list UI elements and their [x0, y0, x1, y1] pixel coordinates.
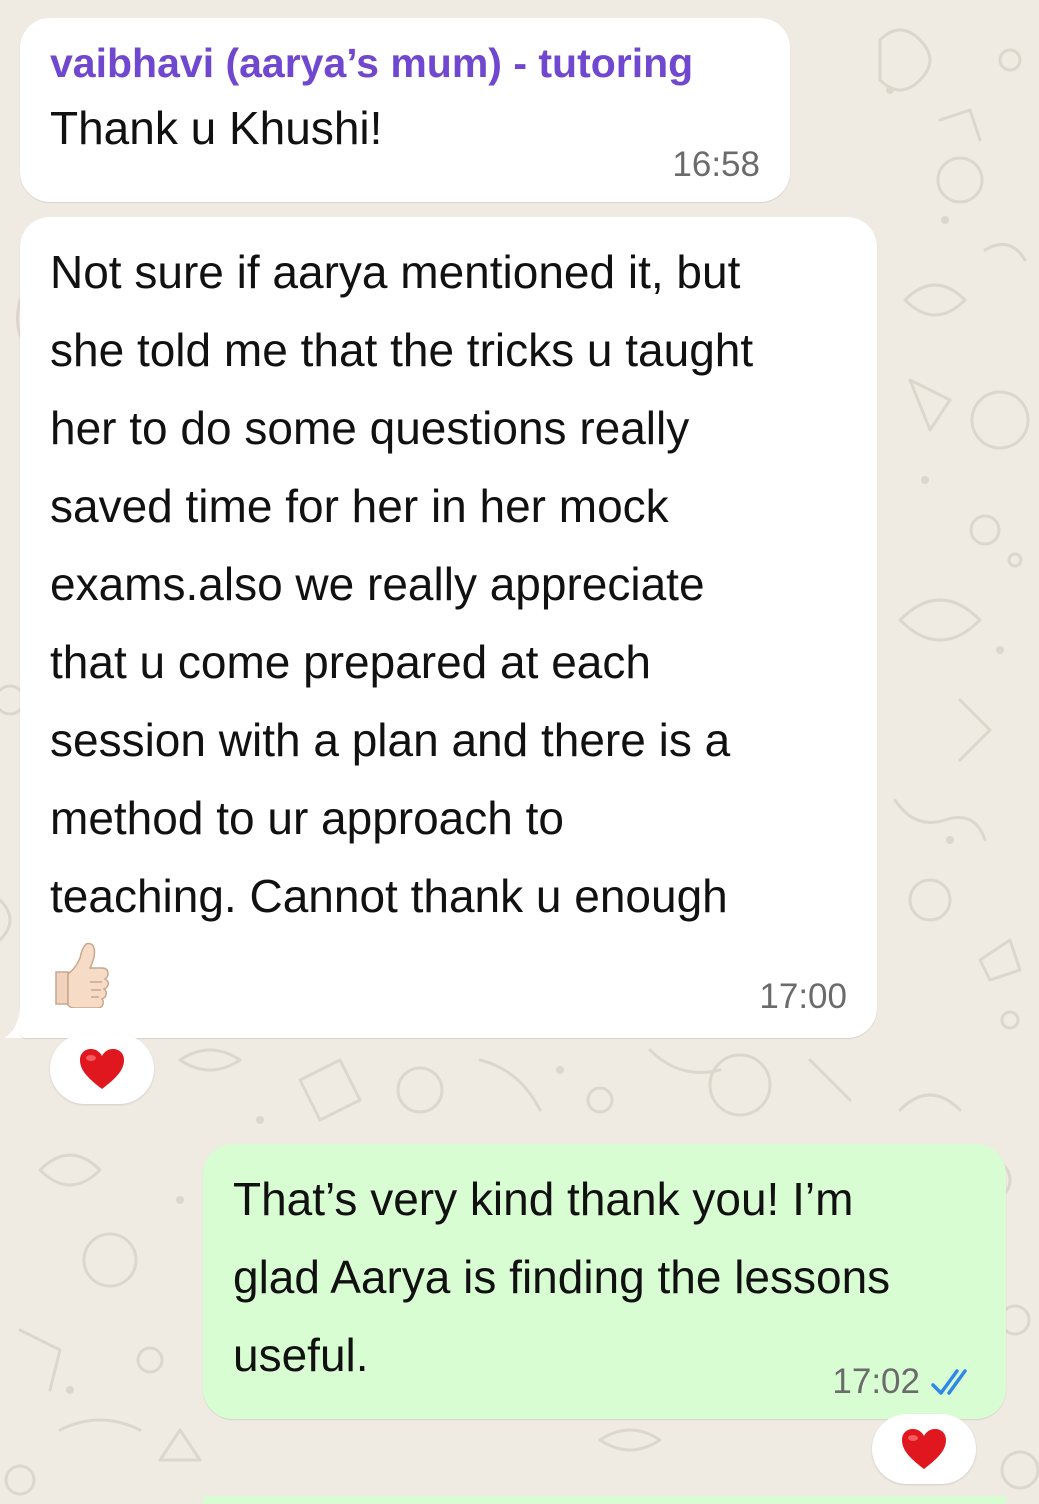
- message-timestamp: 17:00: [759, 977, 847, 1016]
- red-heart-emoji: [902, 1429, 946, 1469]
- next-message-edge: [203, 1496, 1006, 1504]
- message-timestamp: 16:58: [672, 145, 760, 184]
- message-text: Thank u Khushi!: [50, 102, 383, 154]
- reaction-badge[interactable]: [50, 1034, 154, 1104]
- message-text: That’s very kind thank you! I’m glad Aar…: [233, 1173, 891, 1381]
- message-timestamp: 17:02: [832, 1362, 920, 1401]
- thumbs-up-emoji: [55, 942, 109, 1008]
- reaction-badge[interactable]: [872, 1414, 976, 1484]
- message-text: Not sure if aarya mentioned it, but she …: [50, 246, 754, 922]
- message-bubble-incoming[interactable]: vaibhavi (aarya’s mum) - tutoring Thank …: [20, 18, 790, 202]
- red-heart-emoji: [80, 1049, 124, 1089]
- chat-screen: { "conversation": { "messages": [ { "dir…: [0, 0, 1039, 1504]
- message-bubble-incoming[interactable]: Not sure if aarya mentioned it, but she …: [20, 217, 877, 1038]
- message-bubble-outgoing[interactable]: That’s very kind thank you! I’m glad Aar…: [203, 1144, 1006, 1419]
- double-check-icon: [931, 1369, 967, 1395]
- sender-name[interactable]: vaibhavi (aarya’s mum) - tutoring: [50, 40, 693, 87]
